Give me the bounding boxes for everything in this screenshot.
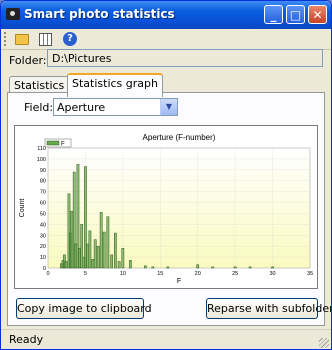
histogram-bar [196,264,200,269]
y-tick-label: 60 [40,201,46,207]
y-tick-label: 110 [37,146,46,152]
y-tick-label: 70 [40,190,46,196]
y-tick-label: 40 [40,222,46,228]
histogram-bar [166,266,170,269]
histogram-bar [93,239,97,269]
tab-statistics-graph[interactable]: Statistics graph [67,73,163,97]
histogram-bar [80,224,84,269]
resize-grip[interactable] [319,338,329,348]
close-button[interactable]: ✕ [308,5,327,24]
histogram-bar [70,211,74,269]
main-window: Smart photo statistics _ □ ✕ ? Folder: D… [0,0,332,350]
histogram-bar [110,254,113,269]
chevron-down-icon[interactable]: ▼ [160,99,177,115]
x-tick-label: 0 [46,271,49,277]
statistics-table-icon [39,33,52,46]
field-select-value: Aperture [57,101,106,114]
x-tick-label: 20 [195,271,201,277]
histogram-bar [96,245,100,269]
help-icon: ? [63,32,77,46]
x-tick-label: 30 [270,271,276,277]
y-tick-label: 80 [40,179,46,185]
histogram-bar [248,266,252,269]
chart-frame: Aperture (F-number) Count F 0 10 20 30 40 50 6… [14,125,318,289]
aperture-histogram-chart: Aperture (F-number) Count F 0 10 20 30 40 50 6… [19,133,313,285]
histogram-bar [114,232,117,269]
field-label: Field: [24,101,54,114]
folder-label: Folder: [9,54,47,67]
histogram-bar [143,265,147,269]
histogram-bar [84,166,87,269]
histogram-bar [211,266,215,269]
x-tick-label: 35 [307,271,313,277]
histogram-bar [74,243,78,269]
histogram-bar [64,261,68,269]
toolbar: ? [1,29,331,50]
y-axis-label: Count [19,199,26,218]
histogram-bar [99,212,103,269]
toolbar-grip[interactable] [4,32,8,46]
y-tick-label: 90 [40,168,46,174]
minimize-button[interactable]: _ [264,5,283,24]
x-tick-label: 25 [232,271,238,277]
chart-legend: F [44,138,72,148]
histogram-bar [233,266,237,269]
histogram-bar [128,260,132,269]
y-tick-label: 100 [37,157,46,163]
histogram-bar [121,248,125,269]
histogram-bar [78,248,81,269]
histogram-bar [88,230,92,269]
x-tick-label: 10 [120,271,126,277]
reparse-subfolders-button[interactable]: Reparse with subfolders [206,298,331,319]
histogram-bar [106,216,110,269]
y-tick-label: 50 [40,211,46,217]
histogram-bar [271,266,274,269]
histogram-bar [117,261,121,269]
legend-label: F [61,142,65,148]
help-button[interactable]: ? [61,30,79,47]
legend-swatch [46,140,60,146]
histogram-bar [86,243,90,269]
statistics-table-button[interactable] [36,30,54,47]
field-select[interactable]: Aperture ▼ [53,98,178,116]
status-text: Ready [9,333,44,346]
open-folder-button[interactable] [12,30,30,47]
open-folder-icon [15,34,29,45]
x-tick-label: 15 [157,271,163,277]
statistics-graph-panel: Field: Aperture ▼ Aperture (F-number) Co… [7,92,331,326]
x-axis-label: F [177,278,181,285]
y-tick-label: 30 [40,233,46,239]
histogram-bar [102,231,106,269]
title-bar[interactable]: Smart photo statistics _ □ ✕ [1,1,331,29]
maximize-button[interactable]: □ [286,5,305,24]
y-tick-label: 10 [40,255,46,261]
window-title: Smart photo statistics [24,7,175,21]
histogram-bar [151,266,155,269]
folder-path-field[interactable]: D:\Pictures [47,49,323,67]
x-tick-label: 5 [84,271,87,277]
camera-icon [6,8,20,20]
y-tick-label: 20 [40,244,46,250]
copy-image-button[interactable]: Copy image to clipboard [16,298,152,319]
histogram-bar [91,259,95,269]
status-bar: Ready [1,329,331,349]
chart-title: Aperture (F-number) [143,133,216,142]
